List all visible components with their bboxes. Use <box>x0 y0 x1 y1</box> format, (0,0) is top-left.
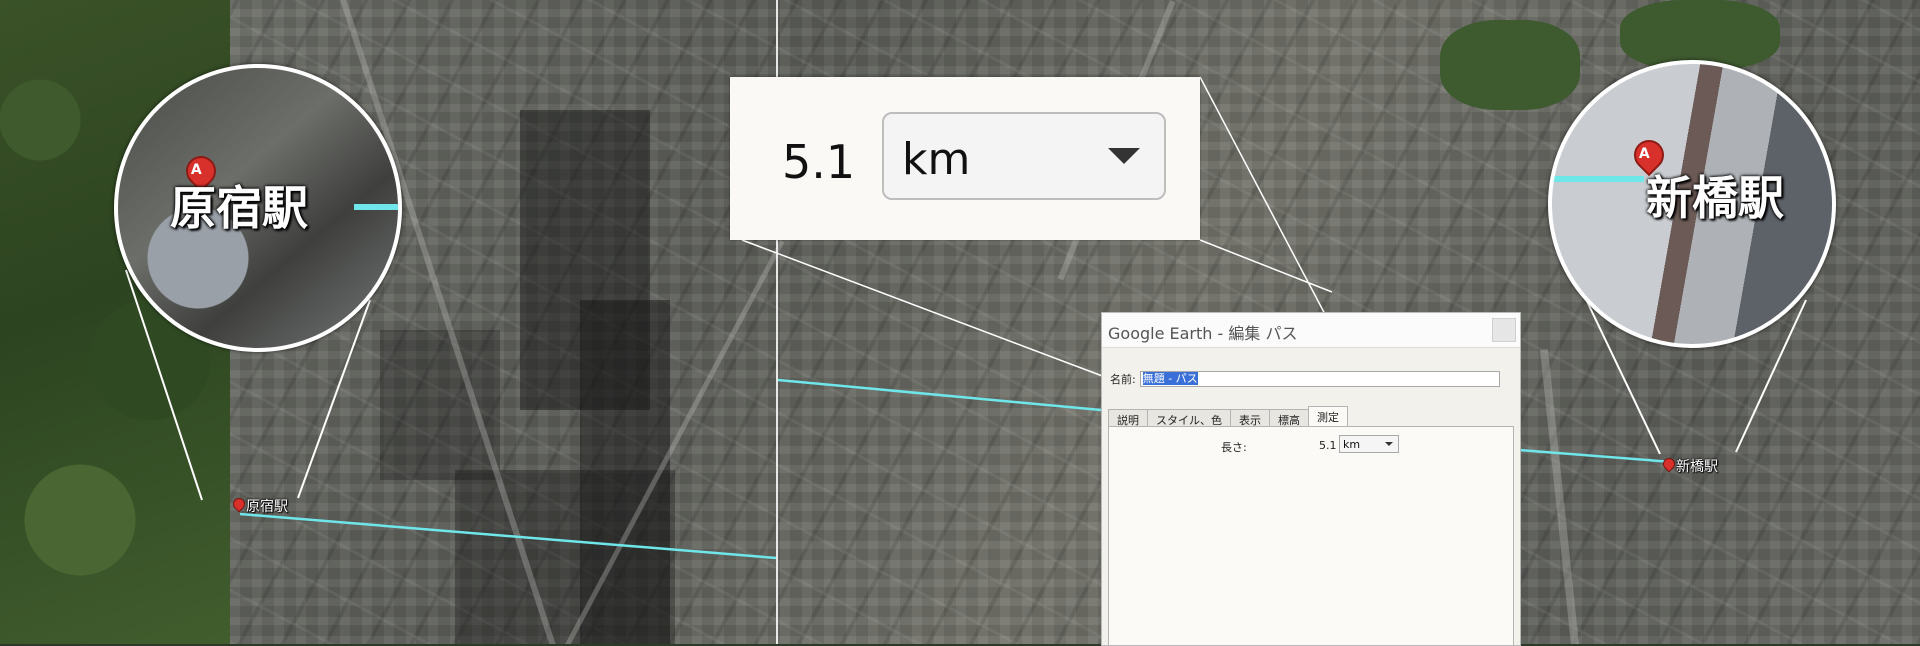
shimbashi-zoom-circle: A 新橋駅 <box>1548 60 1836 348</box>
callout-line <box>1199 239 1333 293</box>
tab-style-color[interactable]: スタイル、色 <box>1147 409 1231 427</box>
tab-measurements[interactable]: 測定 <box>1308 406 1348 426</box>
harajuku-station-marker[interactable]: 原宿駅 <box>232 496 288 516</box>
tab-view[interactable]: 表示 <box>1230 409 1270 427</box>
inset-unit-value: km <box>902 134 971 185</box>
dialog-titlebar[interactable]: Google Earth - 編集 パス <box>1102 313 1520 348</box>
tab-altitude[interactable]: 標高 <box>1269 409 1309 427</box>
inset-length-value: 5.1 <box>782 135 856 189</box>
length-unit-select[interactable]: km <box>1339 435 1399 453</box>
close-button[interactable] <box>1492 318 1516 342</box>
measurement-magnified-inset: 5.1 km <box>730 77 1200 240</box>
inset-unit-select[interactable]: km <box>882 112 1166 200</box>
length-value: 5.1 <box>1319 439 1337 452</box>
placemark-pin-icon <box>1662 458 1674 474</box>
harajuku-station-label: 原宿駅 <box>246 499 288 515</box>
chevron-down-icon <box>1108 148 1140 164</box>
placemark-pin-icon <box>232 498 244 514</box>
chevron-down-icon <box>1385 442 1393 446</box>
pin-letter: A <box>1638 145 1650 162</box>
dialog-tabs: 説明 スタイル、色 表示 標高 測定 <box>1108 406 1348 427</box>
callout-line <box>741 239 1106 378</box>
length-label: 長さ: <box>1221 441 1247 454</box>
name-label: 名前: <box>1110 373 1136 386</box>
shimbashi-station-marker[interactable]: 新橋駅 <box>1662 456 1718 476</box>
path-segment-zoomed <box>1552 176 1644 182</box>
name-input-value: 無題 - パス <box>1142 372 1198 385</box>
harajuku-zoom-label: 原宿駅 <box>170 181 308 235</box>
harajuku-zoom-circle: A 原宿駅 <box>114 64 402 352</box>
edit-path-dialog: Google Earth - 編集 パス 名前: 無題 - パス 説明 スタイル… <box>1101 312 1521 646</box>
measured-path-segment[interactable] <box>777 378 1102 412</box>
tab-description[interactable]: 説明 <box>1108 409 1148 427</box>
name-row: 名前: 無題 - パス <box>1110 371 1500 387</box>
measured-path-segment[interactable] <box>239 512 777 560</box>
measured-path-segment[interactable] <box>1518 448 1673 464</box>
name-input[interactable]: 無題 - パス <box>1139 371 1500 387</box>
length-unit-value: km <box>1343 438 1361 451</box>
shimbashi-station-label: 新橋駅 <box>1676 459 1718 475</box>
dialog-title: Google Earth - 編集 パス <box>1108 324 1298 343</box>
measurements-panel: 長さ: 5.1 km <box>1108 426 1514 645</box>
shimbashi-zoom-label: 新橋駅 <box>1646 171 1784 225</box>
path-segment-zoomed <box>354 204 398 210</box>
